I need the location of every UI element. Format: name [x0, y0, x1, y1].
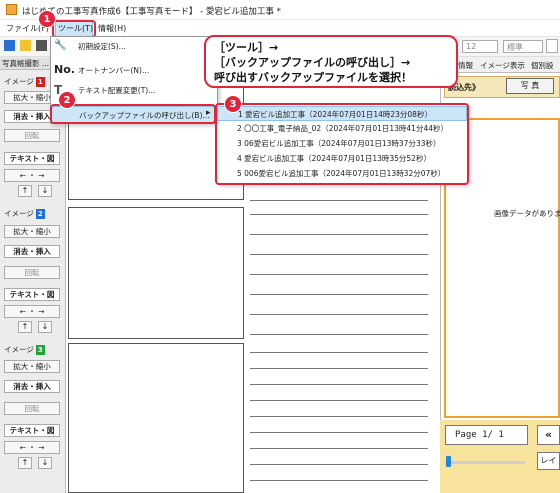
step-3-badge: 3 [224, 95, 242, 113]
image-1-text-button[interactable]: テキスト・図 [4, 152, 60, 165]
submenu-callout-box [215, 103, 469, 185]
app-icon [6, 4, 17, 15]
image-3-number: 3 [35, 345, 45, 355]
save-icon[interactable] [36, 40, 47, 51]
image-2-lr-button[interactable]: ← ・ → [4, 305, 60, 318]
image-1-down-button[interactable]: ↓ [38, 185, 52, 197]
image-2-zoom-button[interactable]: 拡大・縮小 [4, 225, 60, 238]
image-2-number: 2 [35, 209, 45, 219]
tab-info[interactable]: 情報 [458, 60, 473, 71]
image-2-up-button[interactable]: ↑ [18, 321, 32, 333]
image-2-label: イメージ 2 [4, 208, 45, 219]
window-title: はじめての工事写真作成6【工事写真モード】 - 愛宕ビル追加工事 * [22, 7, 281, 17]
image-3-up-button[interactable]: ↑ [18, 457, 32, 469]
image-2-rotate-button[interactable]: 回転 [4, 266, 60, 279]
notes-area-2[interactable] [250, 206, 428, 342]
image-3-text-button[interactable]: テキスト・図 [4, 424, 60, 437]
first-page-button[interactable]: « [537, 425, 560, 445]
load-backup-callout-box [50, 104, 216, 124]
open-folder-icon[interactable] [20, 40, 31, 51]
toolbar-extra-button[interactable] [546, 39, 558, 53]
layout-button[interactable]: レイ [537, 452, 560, 470]
callout-line-1: ［ツール］→ [214, 41, 279, 54]
image-2-erase-insert-button[interactable]: 消去・挿入 [4, 245, 60, 258]
image-1-up-button[interactable]: ↑ [18, 185, 32, 197]
image-1-label: イメージ 1 [4, 76, 45, 87]
image-3-lr-button[interactable]: ← ・ → [4, 441, 60, 454]
tab-image-display[interactable]: イメージ表示 [480, 60, 525, 71]
image-1-lr-button[interactable]: ← ・ → [4, 169, 60, 182]
image-1-number: 1 [35, 77, 45, 87]
new-file-icon[interactable] [4, 40, 15, 51]
image-1-rotate-button[interactable]: 回転 [4, 129, 60, 142]
notes-area-3[interactable] [250, 344, 428, 493]
menu-item-auto-number[interactable]: オートナンバー(N)... [50, 62, 218, 79]
photo-slot-2[interactable] [68, 207, 244, 339]
image-3-down-button[interactable]: ↓ [38, 457, 52, 469]
menu-info[interactable]: 情報(H) [98, 23, 126, 34]
callout-line-2: ［バックアップファイルの呼び出し］→ [214, 56, 411, 69]
number-icon: No. [54, 63, 75, 76]
step-2-badge: 2 [58, 91, 76, 109]
image-2-text-button[interactable]: テキスト・図 [4, 288, 60, 301]
font-size-value: 12 [466, 42, 477, 51]
photo-button[interactable]: 写 真 [506, 78, 554, 94]
zoom-slider-thumb[interactable] [446, 456, 451, 467]
step-1-badge: 1 [38, 10, 56, 28]
tab-individual-settings[interactable]: 個別設 [531, 60, 554, 71]
menu-item-initial-settings[interactable]: 初期設定(S)... [50, 38, 218, 55]
style-value: 標準 [507, 43, 523, 52]
callout-line-3: 呼び出すバックアップファイルを選択！ [214, 71, 412, 84]
image-3-erase-insert-button[interactable]: 消去・挿入 [4, 380, 60, 393]
wrench-icon: 🔧 [54, 40, 67, 51]
zoom-slider-track[interactable] [445, 461, 525, 464]
image-3-rotate-button[interactable]: 回転 [4, 402, 60, 415]
image-3-label: イメージ 3 [4, 344, 45, 355]
photo-slot-3[interactable] [68, 343, 244, 493]
page-indicator: Page 1/ 1 [445, 425, 528, 445]
image-2-down-button[interactable]: ↓ [38, 321, 52, 333]
image-3-zoom-button[interactable]: 拡大・縮小 [4, 360, 60, 373]
no-image-text: 画像データがありま [494, 209, 560, 218]
